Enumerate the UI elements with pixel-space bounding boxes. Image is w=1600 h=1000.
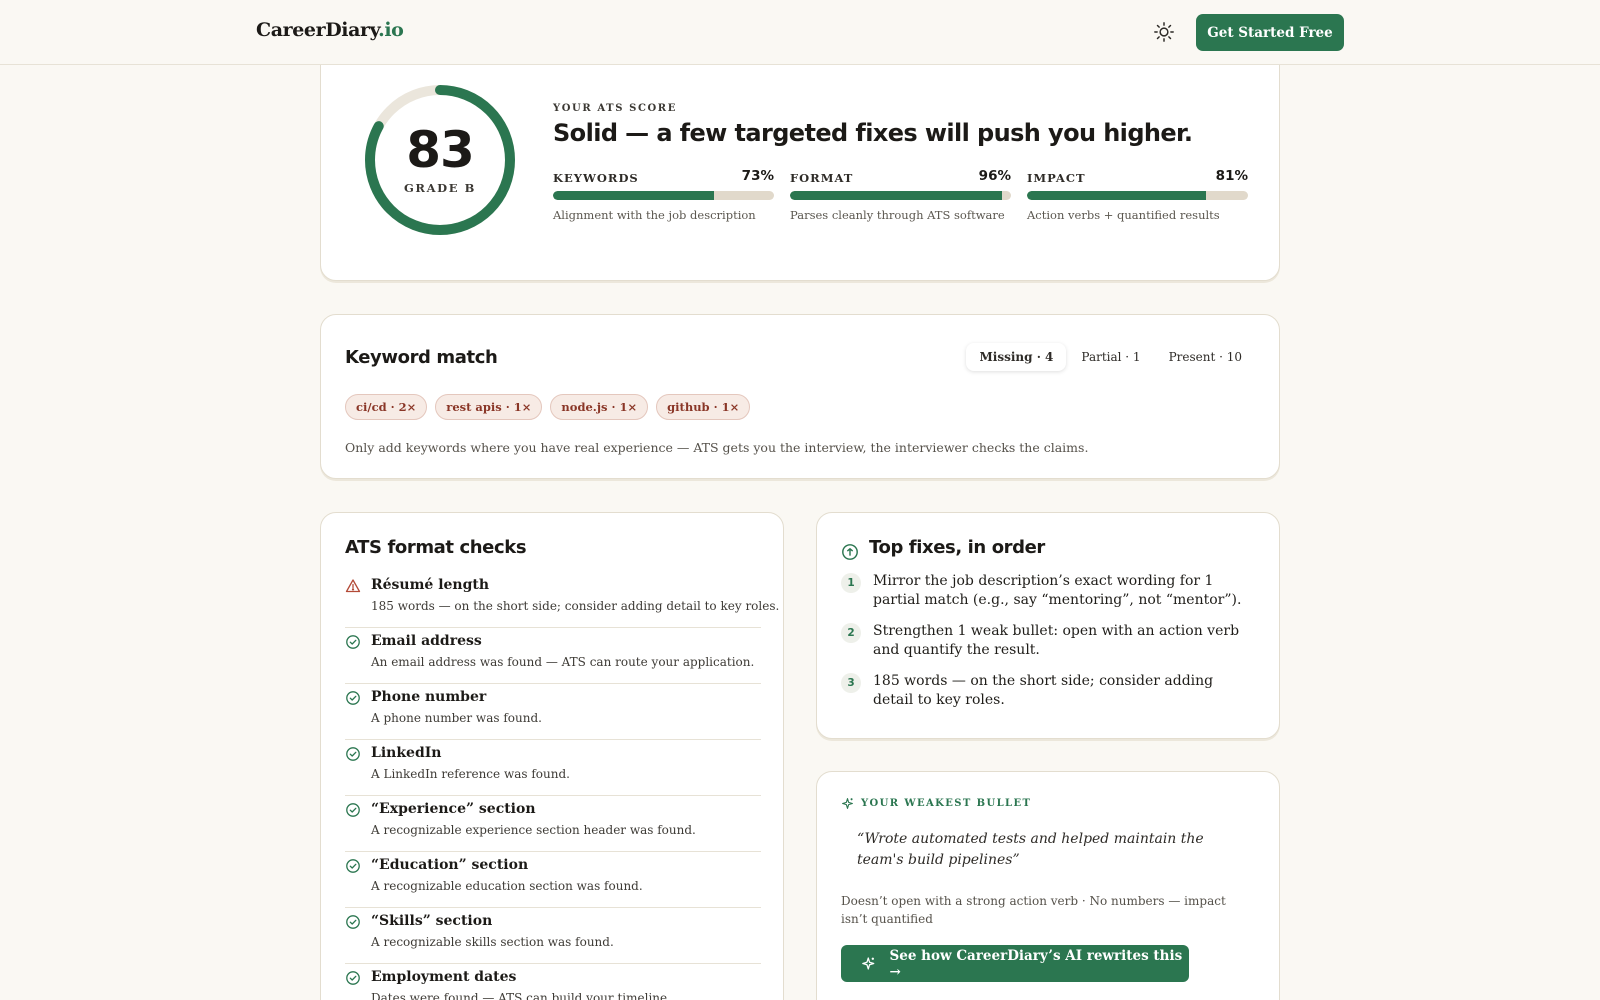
fix-number: 2: [841, 623, 861, 643]
ats-format-checks-card: ATS format checks Résumé length 185 words…: [320, 512, 784, 1000]
format-check-item: LinkedIn A LinkedIn reference was found.: [345, 740, 761, 796]
tab-missing[interactable]: Missing · 4: [966, 343, 1067, 371]
weakest-bullet-card: YOUR WEAKEST BULLET “Wrote automated tes…: [816, 771, 1280, 1000]
metric-bar: [790, 191, 1011, 200]
logo[interactable]: CareerDiary.io: [256, 19, 404, 41]
keyword-chip[interactable]: rest apis · 1×: [435, 394, 543, 420]
logo-main: CareerDiary: [256, 19, 379, 41]
top-fixes-title: Top fixes, in order: [869, 537, 1045, 558]
check-label: Phone number: [371, 689, 487, 705]
weakest-bullet-quote: “Wrote automated tests and helped mainta…: [857, 831, 1204, 868]
metric-bar-fill: [790, 191, 1003, 200]
warning-icon: [345, 579, 361, 593]
ats-score-card: 83 GRADE B YOUR ATS SCORE Solid — a few …: [320, 40, 1280, 281]
format-check-item: Résumé length 185 words — on the short si…: [345, 572, 779, 628]
check-circle-icon: [346, 635, 360, 649]
check-label: Employment dates: [371, 969, 517, 985]
metric-keywords: KEYWORDS 73% Alignment with the job desc…: [553, 167, 774, 227]
format-check-item: “Skills” section A recognizable skills se…: [345, 908, 761, 964]
fix-text: 185 words — on the short side; consider …: [873, 673, 1214, 708]
tab-present[interactable]: Present · 10: [1156, 343, 1255, 371]
keyword-match-title: Keyword match: [345, 347, 498, 368]
sun-icon: [1154, 22, 1174, 42]
theme-toggle-button[interactable]: [1151, 19, 1177, 45]
sparkle-icon: [842, 798, 853, 809]
fix-number: 1: [841, 573, 861, 593]
metric-bar-fill: [1027, 191, 1206, 200]
keyword-tabs: Missing · 4 Partial · 1 Present · 10: [966, 343, 1255, 371]
top-fixes-card: Top fixes, in order 1 Mirror the job des…: [816, 512, 1280, 739]
metric-format: FORMAT 96% Parses cleanly through ATS so…: [790, 167, 1011, 227]
check-circle-icon: [346, 691, 360, 705]
metric-description: Alignment with the job description: [553, 208, 756, 222]
score-value: 83: [406, 121, 475, 179]
metric-percent: 73%: [741, 168, 774, 184]
check-description: A LinkedIn reference was found.: [371, 767, 570, 781]
fix-number: 3: [841, 673, 861, 693]
fix-text: Strengthen 1 weak bullet: open with an a…: [873, 623, 1240, 658]
keyword-chip[interactable]: ci/cd · 2×: [345, 394, 428, 420]
metric-bar: [1027, 191, 1248, 200]
check-label: “Education” section: [371, 857, 529, 873]
weakest-bullet-eyebrow: YOUR WEAKEST BULLET: [841, 797, 1031, 810]
get-started-button[interactable]: Get Started Free: [1196, 14, 1344, 51]
check-circle-icon: [346, 971, 360, 985]
format-checks-title: ATS format checks: [345, 537, 527, 558]
check-description: Dates were found — ATS can build your ti…: [371, 991, 671, 1000]
check-circle-icon: [346, 859, 360, 873]
check-label: “Skills” section: [371, 913, 493, 929]
metric-description: Parses cleanly through ATS software: [790, 208, 1005, 222]
keyword-chip[interactable]: node.js · 1×: [550, 394, 649, 420]
ai-rewrite-label: See how CareerDiary’s AI rewrites this →: [889, 947, 1183, 980]
metric-bar-fill: [553, 191, 715, 200]
keyword-match-card: Keyword match Missing · 4 Partial · 1 Pr…: [320, 314, 1280, 479]
sparkle-icon: [862, 957, 875, 970]
metric-impact: IMPACT 81% Action verbs + quantified res…: [1027, 167, 1248, 227]
weakest-bullet-label: YOUR WEAKEST BULLET: [861, 798, 1032, 809]
check-description: 185 words — on the short side; consider …: [371, 599, 780, 613]
check-label: “Experience” section: [371, 801, 536, 817]
keyword-chip[interactable]: github · 1×: [656, 394, 751, 420]
check-circle-icon: [346, 803, 360, 817]
check-label: Email address: [371, 633, 482, 649]
format-check-item: “Experience” section A recognizable exper…: [345, 796, 761, 852]
format-check-item: Email address An email address was found …: [345, 628, 761, 684]
lightbulb-icon: [842, 544, 858, 560]
check-description: A phone number was found.: [371, 711, 542, 725]
keyword-chips: ci/cd · 2× rest apis · 1× node.js · 1× g…: [345, 394, 751, 420]
format-check-item: Employment dates Dates were found — ATS c…: [345, 964, 761, 1000]
ai-rewrite-button[interactable]: See how CareerDiary’s AI rewrites this →: [841, 945, 1189, 982]
score-headline: Solid — a few targeted fixes will push y…: [553, 119, 1193, 147]
metric-bar: [553, 191, 774, 200]
metric-percent: 81%: [1215, 168, 1248, 184]
check-circle-icon: [346, 915, 360, 929]
format-check-item: Phone number A phone number was found.: [345, 684, 761, 740]
keyword-note: Only add keywords where you have real ex…: [345, 440, 1089, 455]
score-eyebrow: YOUR ATS SCORE: [553, 103, 677, 114]
logo-tld: .io: [378, 19, 404, 41]
format-check-item: “Education” section A recognizable educat…: [345, 852, 761, 908]
top-nav: CareerDiary.io Get Started Free: [0, 0, 1600, 65]
check-label: LinkedIn: [371, 745, 442, 761]
metric-name: FORMAT: [790, 171, 854, 185]
check-circle-icon: [346, 747, 360, 761]
check-description: An email address was found — ATS can rou…: [371, 655, 755, 669]
metric-percent: 96%: [978, 168, 1011, 184]
check-description: A recognizable skills section was found.: [371, 935, 614, 949]
metric-name: IMPACT: [1027, 171, 1086, 185]
metric-name: KEYWORDS: [553, 171, 639, 185]
check-description: A recognizable experience section header…: [371, 823, 696, 837]
fix-text: Mirror the job description’s exact wordi…: [873, 573, 1242, 608]
score-grade: GRADE B: [404, 181, 476, 195]
metric-description: Action verbs + quantified results: [1027, 208, 1220, 222]
format-checks-list: Résumé length 185 words — on the short si…: [345, 572, 779, 1000]
check-label: Résumé length: [371, 577, 490, 593]
weakest-bullet-issues: Doesn’t open with a strong action verb ·…: [841, 894, 1226, 926]
check-description: A recognizable education section was fou…: [371, 879, 643, 893]
tab-partial[interactable]: Partial · 1: [1068, 343, 1153, 371]
